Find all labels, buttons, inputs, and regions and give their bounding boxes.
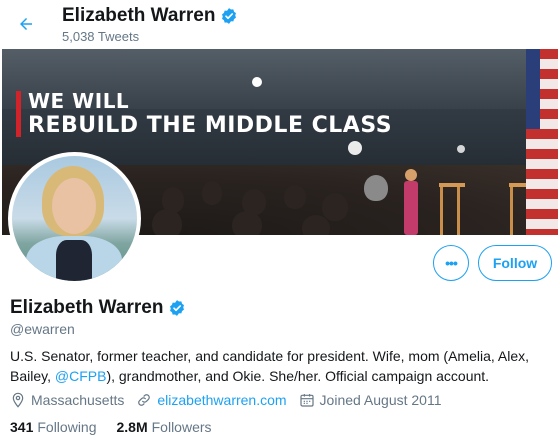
verified-badge-icon [222, 8, 237, 24]
slogan-line-2: REBUILD THE MIDDLE CLASS [28, 113, 393, 138]
followers-count: 2.8M [116, 419, 148, 435]
profile-name: Elizabeth Warren [10, 297, 164, 318]
header-name: Elizabeth Warren [62, 5, 216, 26]
location-pin-icon [12, 392, 24, 408]
profile-meta: Massachusetts elizabethwarren.com Joined… [10, 392, 454, 408]
avatar[interactable] [8, 152, 141, 285]
top-bar: Elizabeth Warren 5,038 Tweets [0, 0, 560, 48]
crowd-head [302, 215, 330, 235]
following-label: Following [37, 419, 97, 435]
profile-handle: @ewarren [10, 321, 75, 337]
more-options-button[interactable]: ••• [433, 245, 469, 281]
avatar-face [52, 178, 96, 234]
website-link[interactable]: elizabethwarren.com [157, 392, 286, 408]
crowd-head [284, 185, 306, 209]
meta-joined: Joined August 2011 [299, 392, 442, 408]
meta-website[interactable]: elizabethwarren.com [136, 392, 287, 408]
crowd-head [232, 211, 262, 235]
stage-light [348, 141, 362, 155]
crowd-head [364, 175, 388, 201]
meta-location: Massachusetts [10, 392, 124, 408]
american-flag [526, 49, 558, 235]
avatar-shirt [56, 240, 92, 281]
slogan-bar [16, 91, 21, 137]
follow-button[interactable]: Follow [478, 245, 552, 281]
calendar-icon [299, 394, 314, 407]
bio-mention-link[interactable]: @CFPB [55, 368, 107, 384]
profile-stats: 341 Following 2.8M Followers [10, 419, 212, 435]
location-text: Massachusetts [31, 392, 125, 408]
profile-name-row: Elizabeth Warren [10, 297, 186, 319]
joined-text: Joined August 2011 [319, 392, 442, 408]
tweet-count: 5,038 Tweets [62, 29, 140, 44]
stage-light [252, 77, 262, 87]
bio-text-2: ), grandmother, and Okie. She/her. Offic… [106, 368, 490, 384]
profile-bio: U.S. Senator, former teacher, and candid… [10, 346, 555, 386]
following-count: 341 [10, 419, 34, 435]
crowd-head [202, 181, 222, 205]
speaker-figure [400, 167, 422, 235]
followers-stat[interactable]: 2.8M Followers [117, 419, 212, 435]
speaker-head [405, 169, 417, 181]
following-stat[interactable]: 341 Following [10, 419, 97, 435]
stage-light [457, 145, 465, 153]
verified-badge-icon [170, 300, 185, 316]
link-icon [138, 394, 151, 406]
flag-stars [526, 49, 540, 129]
crowd-head [152, 209, 182, 235]
stool [439, 183, 465, 235]
crowd-head [322, 193, 348, 221]
slogan-line-1: WE WILL [28, 89, 130, 113]
speaker-body [404, 181, 418, 235]
followers-label: Followers [151, 419, 212, 435]
header-title: Elizabeth Warren [62, 5, 238, 27]
back-arrow-icon[interactable] [12, 10, 40, 38]
